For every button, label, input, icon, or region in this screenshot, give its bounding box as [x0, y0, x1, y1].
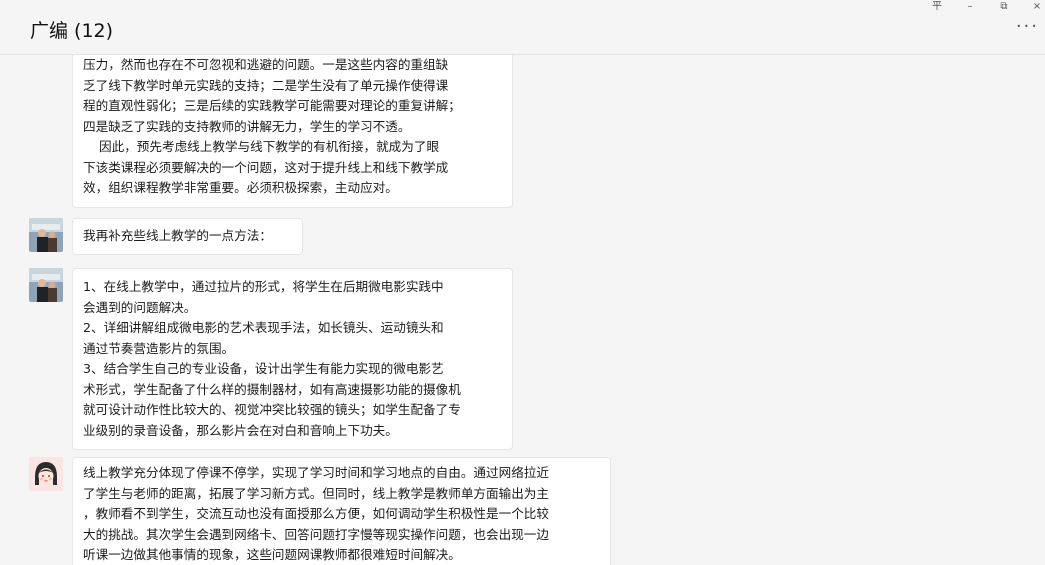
more-options-button[interactable]: ···: [1016, 18, 1039, 36]
message-bubble[interactable]: 压力，然而也存在不可忽视和逃避的问题。一是这些内容的重组缺 乏了线下教学时单元实…: [72, 55, 513, 208]
message-line: 3、结合学生自己的专业设备，设计出学生有能力实现的微电影艺: [83, 361, 444, 376]
message-bubble[interactable]: 1、在线上教学中，通过拉片的形式，将学生在后期微电影实践中 会遇到的问题解决。 …: [72, 268, 513, 450]
girl-avatar-icon: [29, 457, 63, 491]
message-line: 线上教学充分体现了停课不停学，实现了学习时间和学习地点的自由。通过网络拉近: [83, 465, 549, 480]
message-line: 程的直观性弱化；三是后续的实践教学可能需要对理论的重复讲解；: [83, 98, 461, 113]
person-photo-icon: [29, 218, 63, 252]
minimize-button[interactable]: –: [953, 0, 987, 14]
user-a-avatar[interactable]: [29, 268, 63, 302]
message-line: 就可设计动作性比较大的、视觉冲突比较强的镜头；如学生配备了专: [83, 402, 461, 417]
message-line: 术形式，学生配备了什么样的摄制器材，如有高速摄影功能的摄像机: [83, 381, 461, 397]
message-line: 了学生与老师的距离，拓展了学习新方式。但同时，线上教学是教师单方面输出为主: [83, 485, 549, 501]
message-line: 会遇到的问题解决。: [83, 299, 197, 315]
message-line: 下该类课程必须要解决的一个问题，这对于提升线上和线下教学成: [83, 159, 449, 175]
person-photo-icon: [29, 268, 63, 302]
message-line: 2、详细讲解组成微电影的艺术表现手法，如长镜头、运动镜头和: [83, 320, 444, 335]
user-b-avatar[interactable]: [29, 457, 63, 491]
message-line: 1、在线上教学中，通过拉片的形式，将学生在后期微电影实践中: [83, 279, 444, 294]
pin-button[interactable]: 平: [920, 0, 954, 14]
user-a-avatar[interactable]: [29, 218, 63, 252]
message-bubble[interactable]: 我再补充些线上教学的一点方法：: [72, 218, 303, 255]
message-line: 因此，预先考虑线上教学与线下教学的有机衔接，就成为了眼: [83, 139, 440, 154]
message-line: 听课一边做其他事情的现象，这些问题网课教师都很难短时间解决。: [83, 547, 461, 562]
restore-button[interactable]: ⧉: [987, 0, 1021, 14]
message-line: 业级别的录音设备，那么影片会在对白和音响上下功夫。: [83, 422, 398, 438]
chat-title: 广编 (12): [30, 20, 114, 42]
message-bubble[interactable]: 线上教学充分体现了停课不停学，实现了学习时间和学习地点的自由。通过网络拉近 了学…: [72, 457, 611, 565]
message-line: 乏了线下教学时单元实践的支持；二是学生没有了单元操作使得课: [83, 77, 449, 93]
close-button[interactable]: ×: [1020, 0, 1045, 14]
message-line: 压力，然而也存在不可忽视和逃避的问题。一是这些内容的重组缺: [83, 57, 449, 72]
message-line: 通过节奏营造影片的氛围。: [83, 340, 235, 356]
message-line: 大的挑战。其次学生会遇到网络卡、回答问题打字慢等现实操作问题，也会出现一边: [83, 526, 549, 542]
message-line: ，教师看不到学生，交流互动也没有面授那么方便，如何调动学生积极性是一个比较: [83, 506, 549, 521]
message-line: 我再补充些线上教学的一点方法：: [83, 228, 272, 243]
chat-header: 广编 (12) 平 – ⧉ × ···: [0, 0, 1045, 55]
message-line: 四是缺乏了实践的支持教师的讲解无力，学生的学习不透。: [83, 118, 411, 134]
message-list[interactable]: 压力，然而也存在不可忽视和逃避的问题。一是这些内容的重组缺 乏了线下教学时单元实…: [0, 55, 1045, 565]
message-line: 效，组织课程教学非常重要。必须积极探索，主动应对。: [83, 180, 398, 195]
